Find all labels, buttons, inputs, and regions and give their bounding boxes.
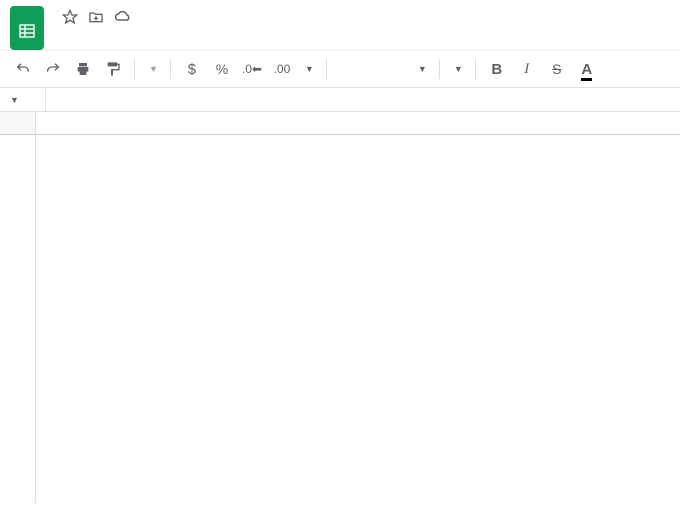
currency-icon[interactable]: $ [179, 56, 205, 82]
name-box[interactable]: ▼ [0, 88, 46, 111]
menu-file[interactable] [52, 31, 66, 37]
sheets-app-icon[interactable] [10, 6, 44, 50]
paint-format-icon[interactable] [100, 56, 126, 82]
star-icon[interactable] [62, 9, 78, 25]
print-icon[interactable] [70, 56, 96, 82]
strikethrough-icon[interactable]: S [544, 56, 570, 82]
redo-icon[interactable] [40, 56, 66, 82]
last-edit-link[interactable] [211, 31, 225, 37]
toolbar: ▼ $ % .0⬅ .00 ▼ ▼ ▼ B I S A [0, 50, 680, 88]
more-formats-combo[interactable]: ▼ [299, 57, 318, 81]
bold-icon[interactable]: B [484, 56, 510, 82]
select-all-corner[interactable] [0, 112, 35, 135]
percent-icon[interactable]: % [209, 56, 235, 82]
menu-tools[interactable] [154, 31, 168, 37]
menubar [52, 31, 670, 37]
menu-format[interactable] [120, 31, 134, 37]
font-size-combo[interactable]: ▼ [448, 57, 467, 81]
italic-icon[interactable]: I [514, 56, 540, 82]
decrease-decimal-icon[interactable]: .0⬅ [239, 56, 265, 82]
undo-icon[interactable] [10, 56, 36, 82]
increase-decimal-icon[interactable]: .00 [269, 56, 295, 82]
menu-addons[interactable] [171, 31, 185, 37]
menu-help[interactable] [188, 31, 202, 37]
zoom-combo[interactable]: ▼ [143, 57, 162, 81]
menu-view[interactable] [86, 31, 100, 37]
menu-data[interactable] [137, 31, 151, 37]
menu-edit[interactable] [69, 31, 83, 37]
move-icon[interactable] [88, 9, 104, 25]
text-color-icon[interactable]: A [574, 56, 600, 82]
cloud-status[interactable] [114, 8, 136, 26]
font-combo[interactable]: ▼ [335, 57, 431, 81]
menu-insert[interactable] [103, 31, 117, 37]
